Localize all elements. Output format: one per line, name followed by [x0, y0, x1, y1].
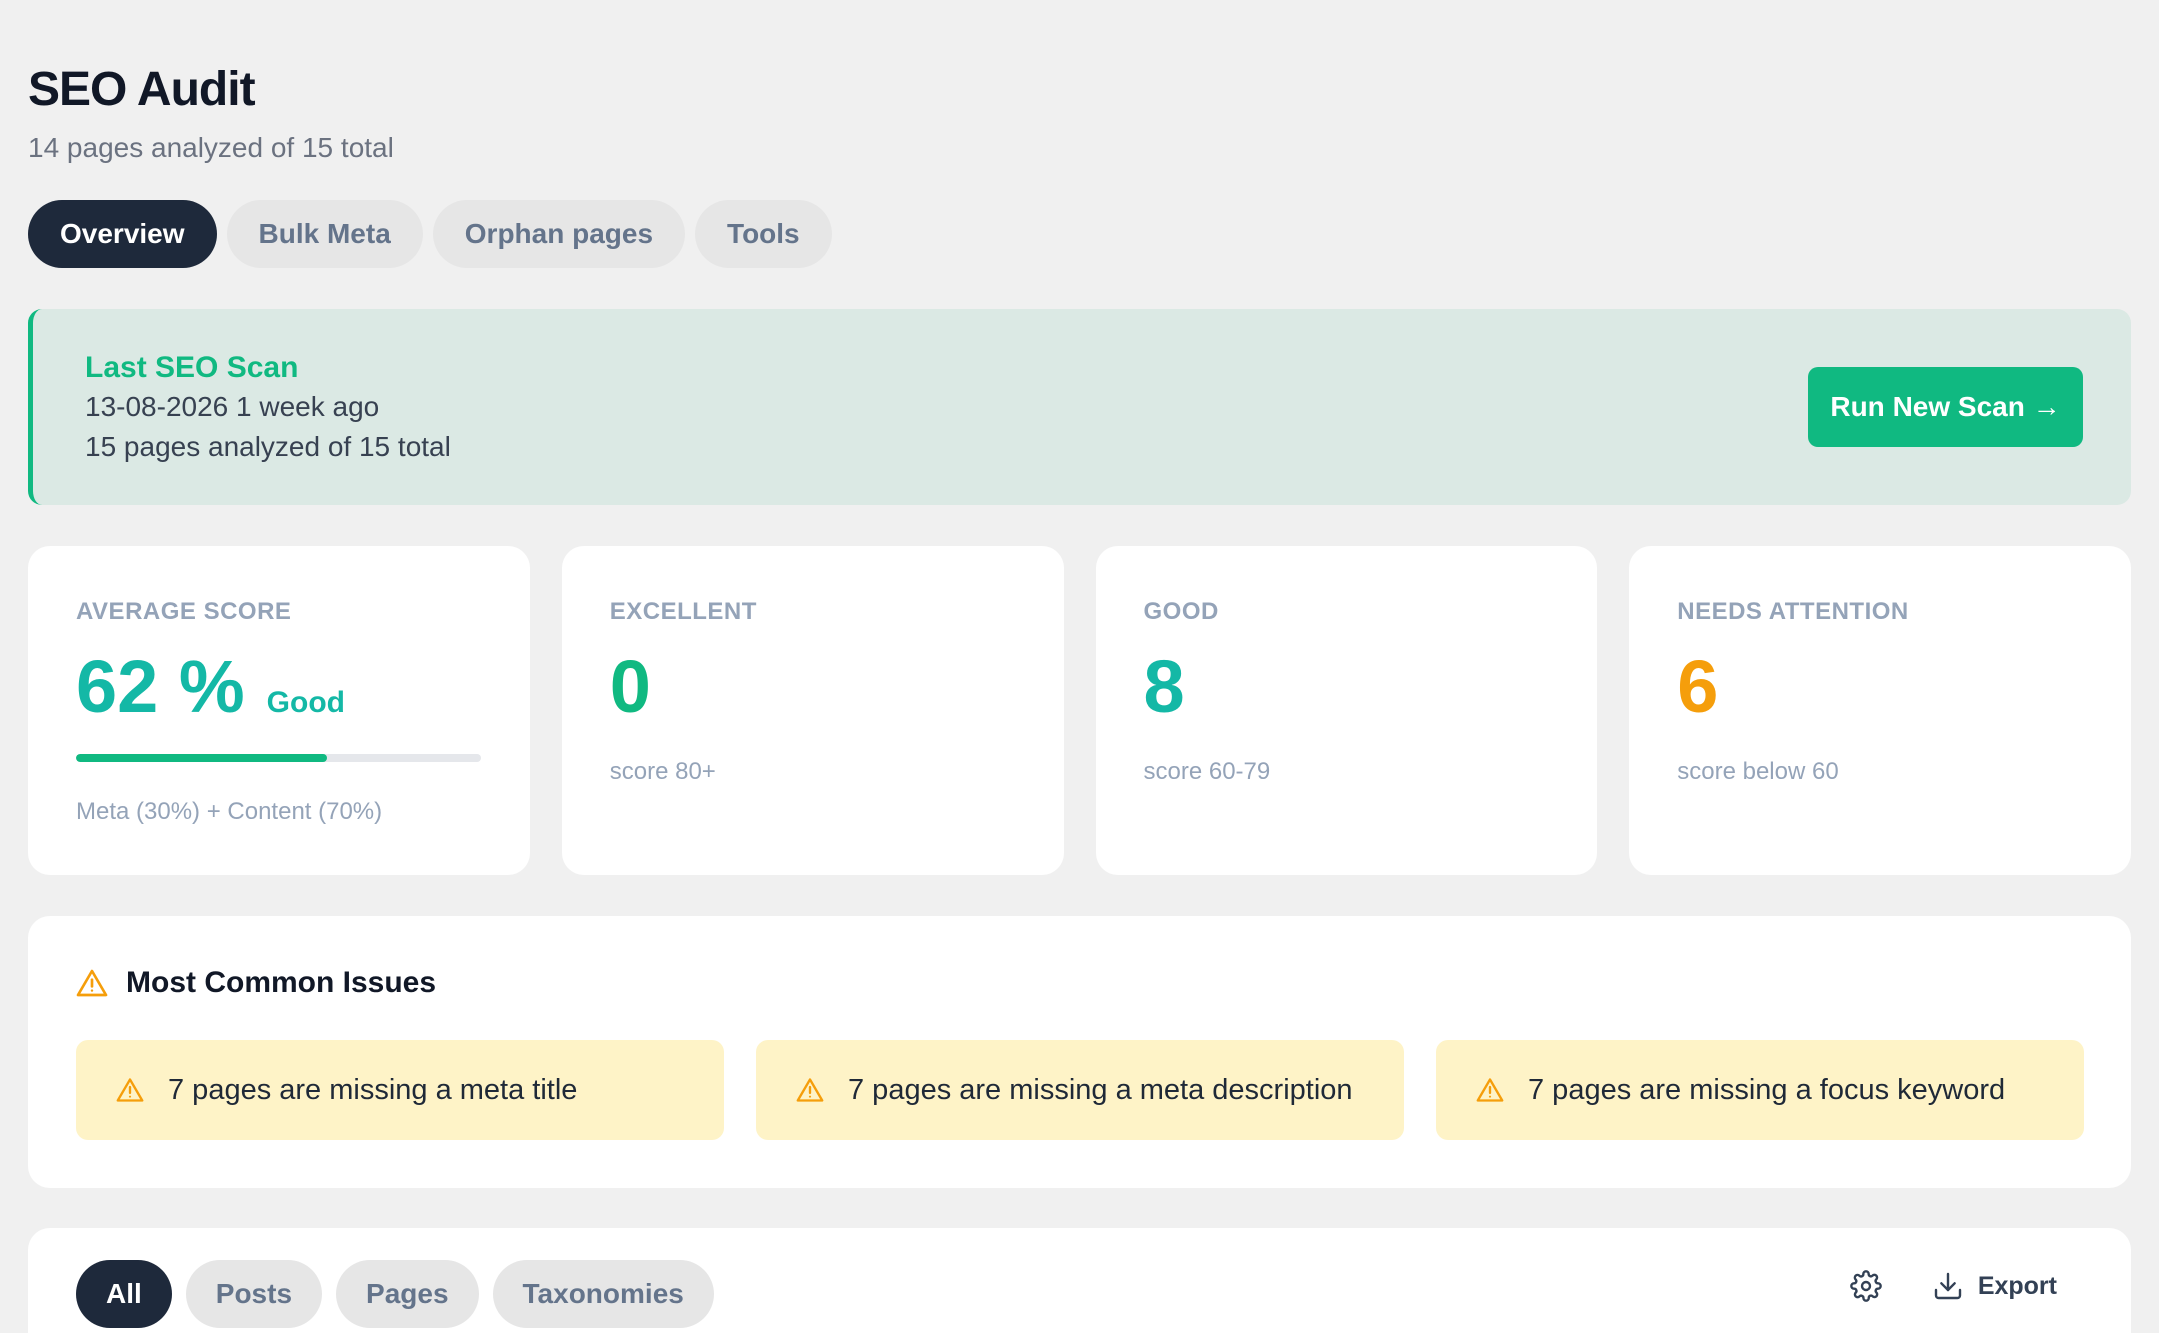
needs-attention-label: NEEDS ATTENTION	[1677, 598, 1909, 625]
progress-fill	[76, 754, 328, 762]
average-score-label: AVERAGE SCORE	[76, 598, 292, 625]
run-new-scan-button[interactable]: Run New Scan →	[1808, 367, 2083, 447]
scan-pages-count: 15 pages analyzed of 15 total	[85, 431, 451, 462]
gear-icon	[1850, 1270, 1882, 1302]
main-tabs: Overview Bulk Meta Orphan pages Tools	[28, 200, 832, 268]
issue-item: 7 pages are missing a meta description	[756, 1040, 1404, 1140]
tab-overview[interactable]: Overview	[28, 200, 217, 268]
issue-text: 7 pages are missing a meta title	[168, 1073, 578, 1106]
export-label: Export	[1977, 1271, 2057, 1300]
good-label: GOOD	[1143, 598, 1219, 625]
filter-taxonomies[interactable]: Taxonomies	[492, 1260, 714, 1328]
filter-all[interactable]: All	[76, 1260, 172, 1328]
excellent-note: score 80+	[609, 758, 716, 785]
needs-attention-card: NEEDS ATTENTION 6 score below 60	[1629, 546, 2131, 875]
average-score-progress	[76, 754, 481, 762]
score-cards: AVERAGE SCORE 62 % Good Meta (30%) + Con…	[28, 546, 2131, 875]
scan-date: 13-08-2026 1 week ago	[85, 391, 380, 422]
pages-list-panel: All Posts Pages Taxonomies Export	[28, 1228, 2131, 1333]
needs-attention-note: score below 60	[1677, 758, 1839, 785]
good-note: score 60-79	[1143, 758, 1271, 785]
average-score-value: 62 %	[76, 645, 245, 728]
average-score-card: AVERAGE SCORE 62 % Good Meta (30%) + Con…	[28, 546, 530, 875]
export-button[interactable]: Export	[1932, 1270, 2057, 1302]
common-issues-panel: Most Common Issues 7 pages are missing a…	[28, 916, 2131, 1188]
warning-icon	[116, 1077, 144, 1103]
average-score-note: Meta (30%) + Content (70%)	[76, 798, 383, 825]
needs-attention-count: 6	[1677, 645, 1719, 728]
excellent-label: EXCELLENT	[609, 598, 757, 625]
scan-title: Last SEO Scan	[85, 351, 299, 384]
tab-orphan-pages[interactable]: Orphan pages	[432, 200, 686, 268]
settings-button[interactable]	[1850, 1270, 1882, 1302]
issue-text: 7 pages are missing a meta description	[848, 1073, 1353, 1106]
average-score-row: 62 % Good	[76, 650, 345, 724]
warning-icon	[76, 968, 108, 998]
issue-item: 7 pages are missing a focus keyword	[1436, 1040, 2084, 1140]
content-type-filters: All Posts Pages Taxonomies	[76, 1260, 714, 1328]
download-icon	[1932, 1270, 1964, 1302]
issues-list: 7 pages are missing a meta title 7 pages…	[76, 1040, 2084, 1140]
good-count: 8	[1143, 645, 1185, 728]
list-toolbar: Export	[1850, 1270, 2057, 1302]
issues-header: Most Common Issues	[76, 966, 436, 1000]
excellent-count: 0	[609, 645, 651, 728]
page-subtitle: 14 pages analyzed of 15 total	[28, 132, 394, 163]
warning-icon	[1476, 1077, 1504, 1103]
last-scan-banner: Last SEO Scan 13-08-2026 1 week ago 15 p…	[28, 309, 2131, 505]
filter-posts[interactable]: Posts	[185, 1260, 323, 1328]
issue-item: 7 pages are missing a meta title	[76, 1040, 724, 1140]
issue-text: 7 pages are missing a focus keyword	[1528, 1073, 2006, 1106]
page-title: SEO Audit	[28, 63, 256, 116]
warning-icon	[796, 1077, 824, 1103]
average-score-rating: Good	[266, 686, 345, 719]
tab-tools[interactable]: Tools	[695, 200, 832, 268]
good-card: GOOD 8 score 60-79	[1095, 546, 1598, 875]
excellent-card: EXCELLENT 0 score 80+	[561, 546, 1064, 875]
issues-title: Most Common Issues	[126, 966, 437, 999]
seo-audit-page: SEO Audit 14 pages analyzed of 15 total …	[0, 0, 2159, 1333]
tab-bulk-meta[interactable]: Bulk Meta	[226, 200, 423, 268]
filter-pages[interactable]: Pages	[336, 1260, 479, 1328]
